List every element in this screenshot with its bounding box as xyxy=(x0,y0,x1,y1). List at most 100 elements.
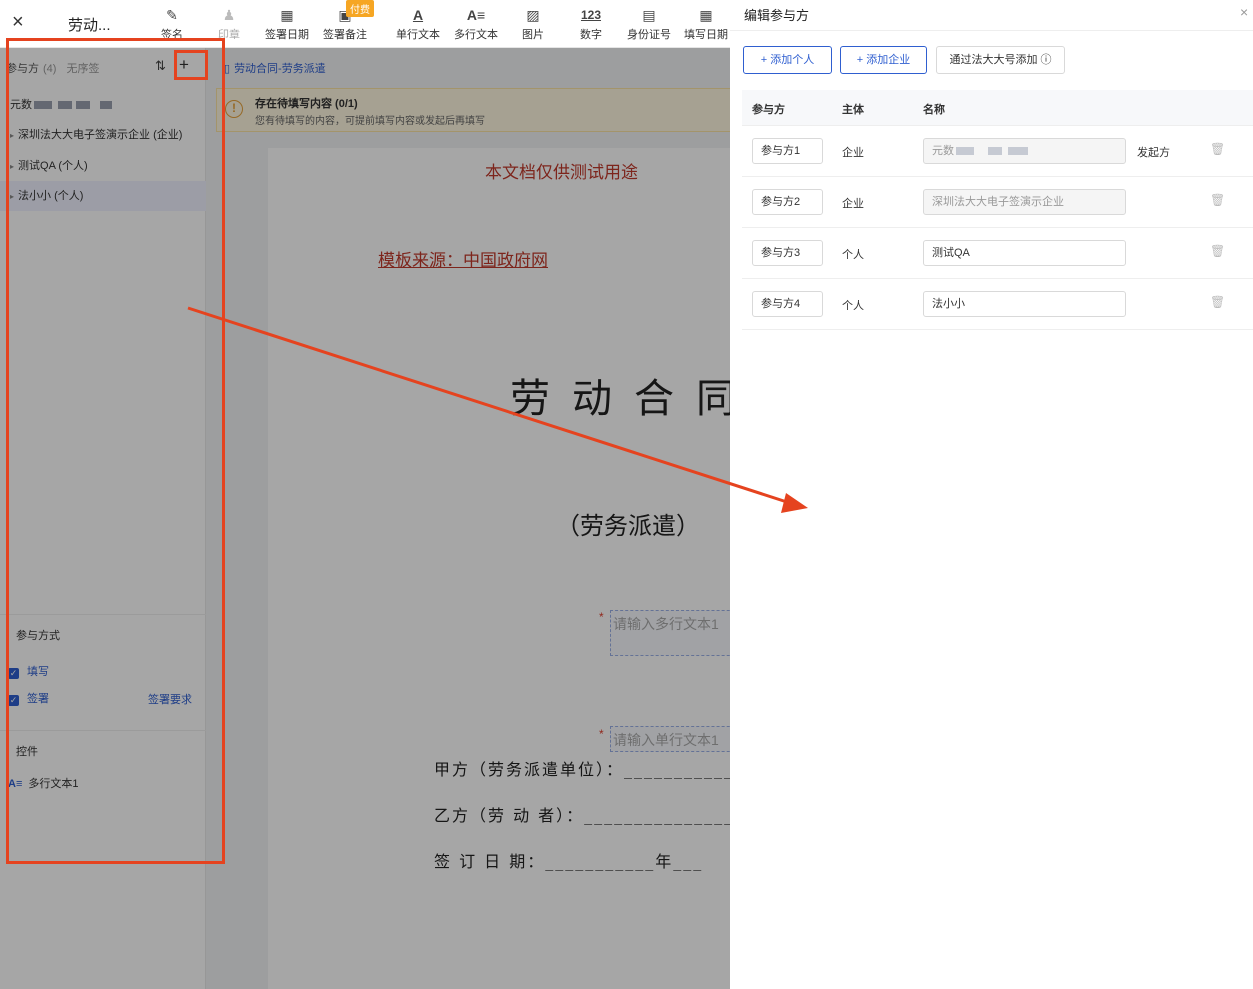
contract-title: 劳动合同 xyxy=(510,376,730,422)
party-role-field[interactable]: 参与方2 xyxy=(752,189,823,215)
tool-number[interactable]: 123 数字 xyxy=(561,6,621,42)
party-role-field[interactable]: 参与方4 xyxy=(752,291,823,317)
multi-text-icon: A≡ xyxy=(466,7,486,23)
check-icon: ✓ xyxy=(8,695,19,706)
redacted-text xyxy=(76,101,90,110)
tool-signature[interactable]: ✎ 签名 xyxy=(142,6,202,42)
redacted-text xyxy=(100,101,112,110)
party-b-line: 乙方（劳 动 者）：_________________ xyxy=(434,806,730,825)
delete-icon[interactable]: 🗑 xyxy=(1210,244,1225,258)
party-label: 测试QA (个人) xyxy=(18,160,88,172)
initiator-tag: 发起方 xyxy=(1137,147,1170,159)
delete-icon[interactable]: 🗑 xyxy=(1210,142,1225,156)
close-icon[interactable]: × xyxy=(1240,4,1248,20)
calendar-icon: ▦ xyxy=(280,7,294,23)
delete-icon[interactable]: 🗑 xyxy=(1210,193,1225,207)
participants-title: 参与方 xyxy=(6,63,39,75)
party-name-field: 元数 xyxy=(923,138,1126,164)
add-by-account-button[interactable]: 通过法大大号添加 ⓘ xyxy=(936,46,1065,74)
multi-text-field[interactable]: 请输入多行文本1 xyxy=(610,610,730,656)
tool-single-text[interactable]: A 单行文本 xyxy=(388,6,448,42)
close-icon[interactable]: × xyxy=(12,12,24,32)
drawer-title: 编辑参与方 xyxy=(744,8,810,23)
column-name: 名称 xyxy=(923,104,945,116)
sort-icon[interactable]: ⇅ xyxy=(155,58,166,74)
party-item[interactable]: 元数 xyxy=(0,90,206,120)
participation-title: 参与方式 xyxy=(16,630,60,642)
paid-badge: 付费 xyxy=(346,0,374,17)
table-row: 参与方4 个人 法小小 🗑 xyxy=(742,279,1253,330)
order-mode[interactable]: 无序签 xyxy=(66,63,99,75)
document-icon: ▯ xyxy=(224,63,231,75)
party-label: 元数 xyxy=(10,99,32,111)
left-panel: 参与方 (4) 无序签 ⇅ + 元数 ▸ 深圳法大大电子签演示企业 (企业) ▸ 测试Q… xyxy=(0,48,206,989)
party-role-field[interactable]: 参与方3 xyxy=(752,240,823,266)
test-note: 本文档仅供测试用途 xyxy=(485,163,638,183)
multi-text-icon: A≡ xyxy=(8,778,23,790)
tool-id-number[interactable]: ▤ 身份证号 xyxy=(619,6,679,42)
sign-checkbox[interactable]: ✓ 签署 xyxy=(8,690,49,706)
add-company-button[interactable]: + 添加企业 xyxy=(840,46,927,74)
subject-type: 个人 xyxy=(842,249,864,261)
divider xyxy=(0,614,206,615)
party-item[interactable]: ▸ 深圳法大大电子签演示企业 (企业) xyxy=(0,120,206,150)
tool-sign-date[interactable]: ▦ 签署日期 xyxy=(257,6,317,42)
caret-icon: ▸ xyxy=(10,162,15,171)
subject-type: 企业 xyxy=(842,147,864,159)
caret-icon: ▸ xyxy=(10,192,15,201)
control-item[interactable]: A≡ 多行文本1 xyxy=(8,775,79,791)
notice-title: 存在待填写内容 (0/1) xyxy=(255,98,358,110)
required-mark: * xyxy=(599,610,604,624)
pending-notice: ! 存在待填写内容 (0/1) 您有待填写的内容，可提前填写内容或发起后再填写 xyxy=(216,88,730,132)
party-role-field[interactable]: 参与方1 xyxy=(752,138,823,164)
divider xyxy=(0,730,206,731)
redacted-text xyxy=(956,147,974,156)
controls-title: 控件 xyxy=(16,746,38,758)
participants-count: (4) xyxy=(43,63,57,75)
party-a-line: 甲方（劳务派遣单位）：____________ xyxy=(434,760,730,779)
sign-requirement-link[interactable]: 签署要求 xyxy=(148,691,192,707)
table-row: 参与方1 企业 元数 发起方 🗑 xyxy=(742,126,1253,177)
redacted-text xyxy=(988,147,1002,156)
participants-header: 参与方 (4) 无序签 xyxy=(6,60,99,76)
contract-subtitle: （劳务派遣） xyxy=(556,512,700,540)
party-label: 法小小 (个人) xyxy=(18,190,84,202)
party-name-field: 深圳法大大电子签演示企业 xyxy=(923,189,1126,215)
tool-multi-text[interactable]: A≡ 多行文本 xyxy=(446,6,506,42)
divider xyxy=(730,30,1253,31)
subject-type: 企业 xyxy=(842,198,864,210)
tool-fill-date[interactable]: ▦ 填写日期 xyxy=(676,6,736,42)
party-item[interactable]: ▸ 测试QA (个人) xyxy=(0,151,206,181)
party-name-field[interactable]: 法小小 xyxy=(923,291,1126,317)
column-party: 参与方 xyxy=(752,104,785,116)
redacted-text xyxy=(34,101,52,110)
tool-seal[interactable]: ♟ 印章 xyxy=(199,6,259,42)
edit-participants-drawer: 编辑参与方 × + 添加个人 + 添加企业 通过法大大号添加 ⓘ 参与方 主体 … xyxy=(730,0,1253,989)
warning-icon: ! xyxy=(225,100,243,118)
fill-checkbox[interactable]: ✓ 填写 xyxy=(8,663,49,679)
delete-icon[interactable]: 🗑 xyxy=(1210,295,1225,309)
template-source: 模板来源：中国政府网 xyxy=(378,251,548,271)
calendar-icon: ▦ xyxy=(699,7,713,23)
notice-description: 您有待填写的内容，可提前填写内容或发起后再填写 xyxy=(255,116,485,127)
number-icon: 123 xyxy=(580,8,602,22)
image-icon: ▨ xyxy=(526,7,540,23)
seal-icon: ♟ xyxy=(222,7,236,23)
subject-type: 个人 xyxy=(842,300,864,312)
column-subject: 主体 xyxy=(842,104,864,116)
party-item-selected[interactable]: ▸ 法小小 (个人) xyxy=(0,181,206,211)
add-participant-icon[interactable]: + xyxy=(179,55,189,75)
caret-icon: ▸ xyxy=(10,131,15,140)
table-row: 参与方3 个人 测试QA 🗑 xyxy=(742,228,1253,279)
sign-date-line: 签 订 日 期：___________年___ xyxy=(434,852,704,871)
add-person-button[interactable]: + 添加个人 xyxy=(743,46,832,74)
check-icon: ✓ xyxy=(8,668,19,679)
party-label: 深圳法大大电子签演示企业 (企业) xyxy=(18,129,183,141)
document-area: ▯ 劳动合同-劳务派遣 ! 存在待填写内容 (0/1) 您有待填写的内容，可提前填… xyxy=(206,48,730,989)
breadcrumb[interactable]: ▯ 劳动合同-劳务派遣 xyxy=(224,60,326,76)
party-name-field[interactable]: 测试QA xyxy=(923,240,1126,266)
signature-icon: ✎ xyxy=(166,7,178,23)
single-text-field[interactable]: 请输入单行文本1 xyxy=(610,726,730,752)
tool-image[interactable]: ▨ 图片 xyxy=(503,6,563,42)
single-text-icon: A xyxy=(412,7,424,23)
